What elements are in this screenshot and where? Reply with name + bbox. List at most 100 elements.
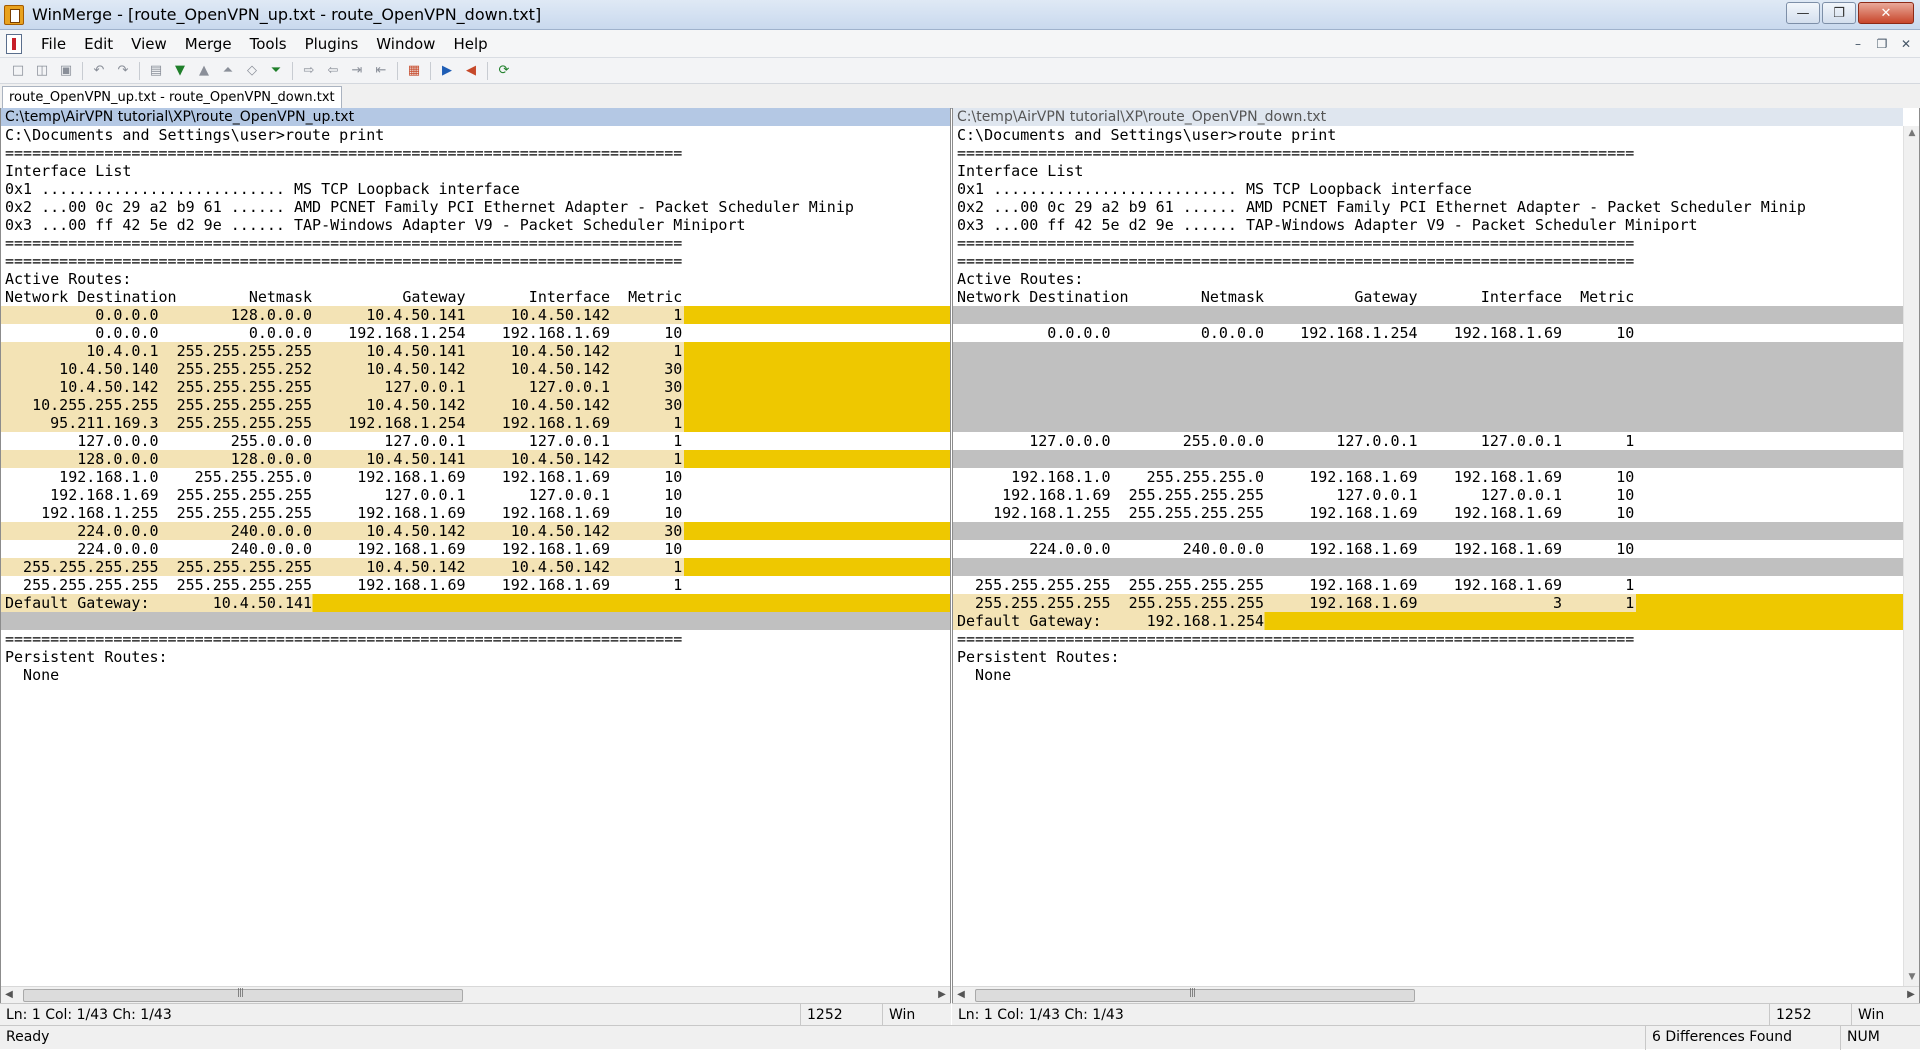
- doc-close-button[interactable]: ✕: [1896, 34, 1916, 54]
- tab-document[interactable]: route_OpenVPN_up.txt - route_OpenVPN_dow…: [2, 86, 342, 109]
- text-line[interactable]: 0x2 ...00 0c 29 a2 b9 61 ...... AMD PCNE…: [953, 198, 1903, 216]
- save-icon[interactable]: ▣: [56, 61, 76, 81]
- diff-gap-line[interactable]: [953, 558, 1903, 576]
- copy-left-icon[interactable]: ⇦: [323, 61, 343, 81]
- diff-line[interactable]: Default Gateway: 10.4.50.141: [1, 594, 950, 612]
- text-line[interactable]: 192.168.1.255 255.255.255.255 192.168.1.…: [953, 504, 1903, 522]
- text-line[interactable]: ========================================…: [1, 234, 950, 252]
- text-line[interactable]: ========================================…: [1, 630, 950, 648]
- copy-right-advance-icon[interactable]: ⇥: [347, 61, 367, 81]
- text-line[interactable]: 127.0.0.0 255.0.0.0 127.0.0.1 127.0.0.1 …: [1, 432, 950, 450]
- text-line[interactable]: 255.255.255.255 255.255.255.255 192.168.…: [1, 576, 950, 594]
- text-line[interactable]: ========================================…: [953, 252, 1903, 270]
- diff-gap-line[interactable]: [953, 306, 1903, 324]
- text-line[interactable]: 0x3 ...00 ff 42 5e d2 9e ...... TAP-Wind…: [1, 216, 950, 234]
- maximize-button[interactable]: ❐: [1822, 2, 1856, 24]
- document-icon[interactable]: [6, 33, 22, 54]
- right-vertical-scrollbar[interactable]: ▲ ▼: [1903, 126, 1919, 986]
- text-line[interactable]: ========================================…: [953, 234, 1903, 252]
- doc-restore-button[interactable]: ❐: [1872, 34, 1892, 54]
- text-line[interactable]: Persistent Routes:: [1, 648, 950, 666]
- diff-line[interactable]: 95.211.169.3 255.255.255.255 192.168.1.2…: [1, 414, 950, 432]
- text-line[interactable]: 0x2 ...00 0c 29 a2 b9 61 ...... AMD PCNE…: [1, 198, 950, 216]
- diff-line[interactable]: 128.0.0.0 128.0.0.0 10.4.50.141 10.4.50.…: [1, 450, 950, 468]
- undo-icon[interactable]: ↶: [89, 61, 109, 81]
- last-difference-icon[interactable]: ⏷: [266, 61, 286, 81]
- winmerge-app-icon[interactable]: [4, 4, 24, 25]
- text-line[interactable]: 0x1 ........................... MS TCP L…: [1, 180, 950, 198]
- scroll-left-icon[interactable]: ◀: [955, 989, 967, 1001]
- diff-line[interactable]: 255.255.255.255 255.255.255.255 10.4.50.…: [1, 558, 950, 576]
- diff-line[interactable]: 0.0.0.0 128.0.0.0 10.4.50.141 10.4.50.14…: [1, 306, 950, 324]
- next-difference-icon[interactable]: ▼: [170, 61, 190, 81]
- scroll-right-icon[interactable]: ▶: [1905, 989, 1917, 1001]
- text-line[interactable]: None: [953, 666, 1903, 684]
- text-line[interactable]: ========================================…: [953, 630, 1903, 648]
- text-line[interactable]: ========================================…: [1, 252, 950, 270]
- left-horizontal-scrollbar[interactable]: ◀ ▶: [1, 986, 950, 1003]
- options-icon[interactable]: ◀: [461, 61, 481, 81]
- text-line[interactable]: 192.168.1.69 255.255.255.255 127.0.0.1 1…: [1, 486, 950, 504]
- text-line[interactable]: 0x3 ...00 ff 42 5e d2 9e ...... TAP-Wind…: [953, 216, 1903, 234]
- diff-gap-line[interactable]: [953, 360, 1903, 378]
- copy-right-icon[interactable]: ⇨: [299, 61, 319, 81]
- new-icon[interactable]: □: [8, 61, 28, 81]
- text-line[interactable]: Active Routes:: [1, 270, 950, 288]
- scroll-thumb[interactable]: [23, 988, 463, 1002]
- menu-tools[interactable]: Tools: [241, 30, 296, 58]
- right-file-content[interactable]: C:\Documents and Settings\user>route pri…: [953, 126, 1903, 979]
- diff-line[interactable]: Default Gateway: 192.168.1.254: [953, 612, 1903, 630]
- text-line[interactable]: 192.168.1.0 255.255.255.0 192.168.1.69 1…: [953, 468, 1903, 486]
- minimize-button[interactable]: —: [1786, 2, 1820, 24]
- current-difference-icon[interactable]: ◇: [242, 61, 262, 81]
- right-horizontal-scrollbar[interactable]: ◀ ▶: [953, 986, 1919, 1003]
- text-line[interactable]: 0.0.0.0 0.0.0.0 192.168.1.254 192.168.1.…: [953, 324, 1903, 342]
- text-line[interactable]: Active Routes:: [953, 270, 1903, 288]
- text-line[interactable]: ========================================…: [953, 144, 1903, 162]
- scroll-right-icon[interactable]: ▶: [936, 989, 948, 1001]
- all-right-icon[interactable]: ▦: [404, 61, 424, 81]
- doc-minimize-button[interactable]: –: [1848, 34, 1868, 54]
- diff-line[interactable]: 255.255.255.255 255.255.255.255 192.168.…: [953, 594, 1903, 612]
- text-line[interactable]: 0x1 ........................... MS TCP L…: [953, 180, 1903, 198]
- menu-view[interactable]: View: [122, 30, 176, 58]
- scroll-thumb[interactable]: [975, 988, 1415, 1002]
- menu-plugins[interactable]: Plugins: [296, 30, 368, 58]
- text-line[interactable]: 192.168.1.255 255.255.255.255 192.168.1.…: [1, 504, 950, 522]
- diff-line[interactable]: 10.4.50.140 255.255.255.252 10.4.50.142 …: [1, 360, 950, 378]
- scroll-up-icon[interactable]: ▲: [1906, 128, 1918, 140]
- text-line[interactable]: Interface List: [953, 162, 1903, 180]
- text-line[interactable]: 224.0.0.0 240.0.0.0 192.168.1.69 192.168…: [1, 540, 950, 558]
- text-line[interactable]: 192.168.1.69 255.255.255.255 127.0.0.1 1…: [953, 486, 1903, 504]
- text-line[interactable]: 0.0.0.0 0.0.0.0 192.168.1.254 192.168.1.…: [1, 324, 950, 342]
- text-line[interactable]: Persistent Routes:: [953, 648, 1903, 666]
- previous-difference-icon[interactable]: ▲: [194, 61, 214, 81]
- diff-gap-line[interactable]: [953, 522, 1903, 540]
- redo-icon[interactable]: ↷: [113, 61, 133, 81]
- copy-left-advance-icon[interactable]: ⇤: [371, 61, 391, 81]
- text-line[interactable]: 224.0.0.0 240.0.0.0 192.168.1.69 192.168…: [953, 540, 1903, 558]
- open-icon[interactable]: ◫: [32, 61, 52, 81]
- menu-merge[interactable]: Merge: [176, 30, 241, 58]
- text-line[interactable]: Network Destination Netmask Gateway Inte…: [1, 288, 950, 306]
- diff-gap-line[interactable]: [953, 450, 1903, 468]
- diff-line[interactable]: 10.4.50.142 255.255.255.255 127.0.0.1 12…: [1, 378, 950, 396]
- first-difference-icon[interactable]: ⏶: [218, 61, 238, 81]
- compare-icon[interactable]: ▶: [437, 61, 457, 81]
- diff-gap-line[interactable]: [1, 612, 950, 630]
- left-file-content[interactable]: C:\Documents and Settings\user>route pri…: [1, 126, 950, 979]
- text-line[interactable]: C:\Documents and Settings\user>route pri…: [953, 126, 1903, 144]
- text-line[interactable]: 192.168.1.0 255.255.255.0 192.168.1.69 1…: [1, 468, 950, 486]
- scroll-left-icon[interactable]: ◀: [3, 989, 15, 1001]
- text-line[interactable]: C:\Documents and Settings\user>route pri…: [1, 126, 950, 144]
- diff-gap-line[interactable]: [953, 378, 1903, 396]
- menu-file[interactable]: File: [32, 30, 75, 58]
- diff-gap-line[interactable]: [953, 396, 1903, 414]
- text-line[interactable]: Network Destination Netmask Gateway Inte…: [953, 288, 1903, 306]
- refresh-icon[interactable]: ⟳: [494, 61, 514, 81]
- close-button[interactable]: ✕: [1858, 2, 1914, 24]
- text-line[interactable]: Interface List: [1, 162, 950, 180]
- menu-help[interactable]: Help: [444, 30, 496, 58]
- diff-line[interactable]: 10.255.255.255 255.255.255.255 10.4.50.1…: [1, 396, 950, 414]
- text-line[interactable]: ========================================…: [1, 144, 950, 162]
